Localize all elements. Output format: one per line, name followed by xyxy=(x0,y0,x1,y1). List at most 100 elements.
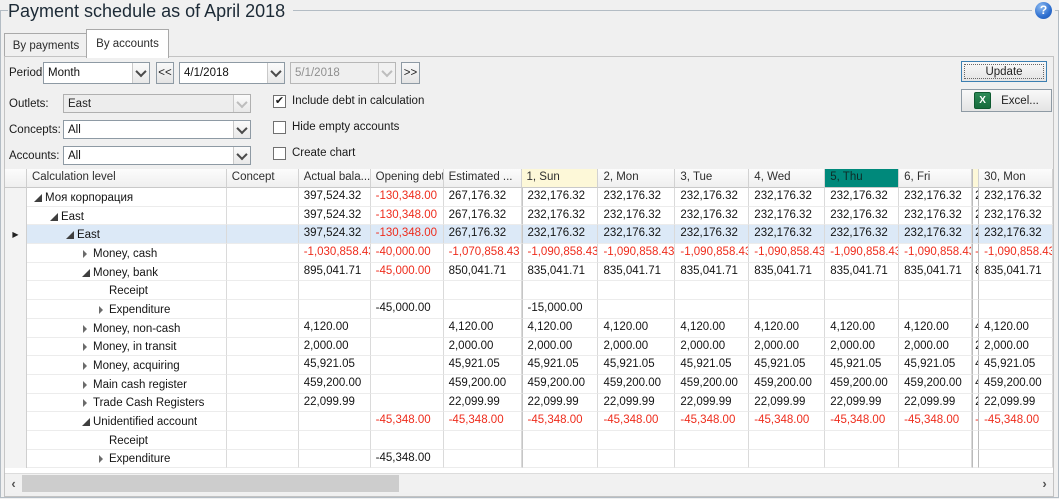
cell-d1[interactable]: 2,000.00 xyxy=(522,338,599,357)
column-header-level[interactable]: Calculation level xyxy=(27,169,227,188)
cell-d6[interactable] xyxy=(899,431,972,450)
cell-actual[interactable]: -1,030,858.43 xyxy=(299,244,371,263)
cell-d4[interactable]: 835,041.71 xyxy=(749,263,825,282)
cell-d4[interactable]: 232,176.32 xyxy=(749,225,825,244)
cell-sliver[interactable] xyxy=(972,450,979,469)
cell-level[interactable]: Expenditure xyxy=(27,300,227,319)
cell-opening[interactable] xyxy=(371,375,444,394)
cell-estimated[interactable]: 45,921.05 xyxy=(444,356,522,375)
cell-d5[interactable]: -1,090,858.43 xyxy=(825,244,899,263)
cell-opening[interactable] xyxy=(371,431,444,450)
cell-d3[interactable]: 22,099.99 xyxy=(675,394,749,413)
cell-sliver[interactable]: 4,120.00 xyxy=(972,319,979,338)
column-header-actual[interactable]: Actual bala... xyxy=(299,169,371,188)
cell-concept[interactable] xyxy=(227,375,299,394)
cell-level[interactable]: Money, in transit xyxy=(27,338,227,357)
cell-d3[interactable]: 835,041.71 xyxy=(675,263,749,282)
cell-actual[interactable]: 459,200.00 xyxy=(299,375,371,394)
cell-opening[interactable]: -130,348.00 xyxy=(371,207,444,226)
cell-d30[interactable]: -1,090,858.43 xyxy=(979,244,1053,263)
cell-concept[interactable] xyxy=(227,450,299,469)
chevron-down-icon[interactable] xyxy=(267,63,284,83)
cell-d1[interactable]: 232,176.32 xyxy=(522,188,599,207)
cell-d30[interactable]: 232,176.32 xyxy=(979,225,1053,244)
cell-opening[interactable] xyxy=(371,356,444,375)
cell-d4[interactable]: -45,348.00 xyxy=(749,412,825,431)
cell-d4[interactable]: 4,120.00 xyxy=(749,319,825,338)
cell-d2[interactable]: -1,090,858.43 xyxy=(598,244,675,263)
cell-d6[interactable]: 232,176.32 xyxy=(899,225,972,244)
cell-estimated[interactable]: 267,176.32 xyxy=(444,225,522,244)
cell-opening[interactable] xyxy=(371,319,444,338)
cell-concept[interactable] xyxy=(227,300,299,319)
cell-estimated[interactable]: -45,348.00 xyxy=(444,412,522,431)
cell-d3[interactable] xyxy=(675,300,749,319)
create-chart-checkbox[interactable]: Create chart xyxy=(273,147,355,160)
cell-d3[interactable]: 232,176.32 xyxy=(675,207,749,226)
cell-actual[interactable] xyxy=(299,281,371,300)
cell-d2[interactable] xyxy=(598,431,675,450)
cell-level[interactable]: Money, non-cash xyxy=(27,319,227,338)
checkbox-check-icon[interactable]: ✔ xyxy=(273,95,286,108)
cell-concept[interactable] xyxy=(227,431,299,450)
cell-d1[interactable]: 4,120.00 xyxy=(522,319,599,338)
cell-d30[interactable] xyxy=(979,450,1053,469)
cell-d1[interactable]: 45,921.05 xyxy=(522,356,599,375)
cell-d4[interactable]: 45,921.05 xyxy=(749,356,825,375)
cell-sliver[interactable]: 45,921.05 xyxy=(972,356,979,375)
cell-d30[interactable]: 2,000.00 xyxy=(979,338,1053,357)
next-period-button[interactable]: >> xyxy=(401,62,420,84)
column-header-d3[interactable]: 3, Tue xyxy=(675,169,749,188)
cell-d1[interactable]: 22,099.99 xyxy=(522,394,599,413)
cell-estimated[interactable]: 850,041.71 xyxy=(444,263,522,282)
cell-d5[interactable]: 459,200.00 xyxy=(825,375,899,394)
scrollbar-thumb[interactable] xyxy=(22,475,399,492)
cell-concept[interactable] xyxy=(227,412,299,431)
cell-level[interactable]: Main cash register xyxy=(27,375,227,394)
cell-opening[interactable]: -45,348.00 xyxy=(371,412,444,431)
update-button[interactable]: Update xyxy=(961,61,1047,82)
checkbox-box[interactable] xyxy=(273,147,286,160)
column-header-estimated[interactable]: Estimated ... xyxy=(444,169,522,188)
cell-concept[interactable] xyxy=(227,338,299,357)
column-header-d5[interactable]: 5, Thu xyxy=(825,169,899,188)
cell-d5[interactable]: 232,176.32 xyxy=(825,188,899,207)
cell-d30[interactable] xyxy=(979,431,1053,450)
cell-level[interactable]: Money, cash xyxy=(27,244,227,263)
cell-d30[interactable]: 232,176.32 xyxy=(979,188,1053,207)
cell-actual[interactable]: 2,000.00 xyxy=(299,338,371,357)
cell-estimated[interactable]: -1,070,858.43 xyxy=(444,244,522,263)
cell-d30[interactable]: 459,200.00 xyxy=(979,375,1053,394)
cell-actual[interactable] xyxy=(299,450,371,469)
cell-level[interactable]: Trade Cash Registers xyxy=(27,394,227,413)
cell-d2[interactable]: 232,176.32 xyxy=(598,188,675,207)
collapsed-icon[interactable] xyxy=(80,341,93,353)
column-header-d2[interactable]: 2, Mon xyxy=(598,169,675,188)
column-header-concept[interactable]: Concept xyxy=(227,169,299,188)
tab-by-payments[interactable]: By payments xyxy=(4,33,88,57)
cell-d1[interactable] xyxy=(522,450,599,469)
cell-sliver[interactable] xyxy=(972,281,979,300)
cell-concept[interactable] xyxy=(227,225,299,244)
cell-opening[interactable] xyxy=(371,394,444,413)
cell-d30[interactable] xyxy=(979,281,1053,300)
include-debt-checkbox[interactable]: ✔ Include debt in calculation xyxy=(273,95,424,108)
cell-estimated[interactable]: 22,099.99 xyxy=(444,394,522,413)
cell-d2[interactable]: -45,348.00 xyxy=(598,412,675,431)
checkbox-box[interactable] xyxy=(273,121,286,134)
cell-d3[interactable] xyxy=(675,281,749,300)
cell-d6[interactable]: -45,348.00 xyxy=(899,412,972,431)
cell-d2[interactable]: 835,041.71 xyxy=(598,263,675,282)
collapsed-icon[interactable] xyxy=(80,397,93,409)
cell-d3[interactable] xyxy=(675,431,749,450)
cell-d30[interactable]: 232,176.32 xyxy=(979,207,1053,226)
cell-actual[interactable]: 397,524.32 xyxy=(299,225,371,244)
prev-period-button[interactable]: << xyxy=(156,62,174,84)
tab-by-accounts[interactable]: By accounts xyxy=(86,29,169,58)
cell-d4[interactable]: 459,200.00 xyxy=(749,375,825,394)
cell-d1[interactable]: 232,176.32 xyxy=(522,207,599,226)
column-header-d30[interactable]: 30, Mon xyxy=(979,169,1053,188)
cell-d5[interactable]: 22,099.99 xyxy=(825,394,899,413)
cell-d3[interactable]: 459,200.00 xyxy=(675,375,749,394)
cell-d3[interactable] xyxy=(675,450,749,469)
